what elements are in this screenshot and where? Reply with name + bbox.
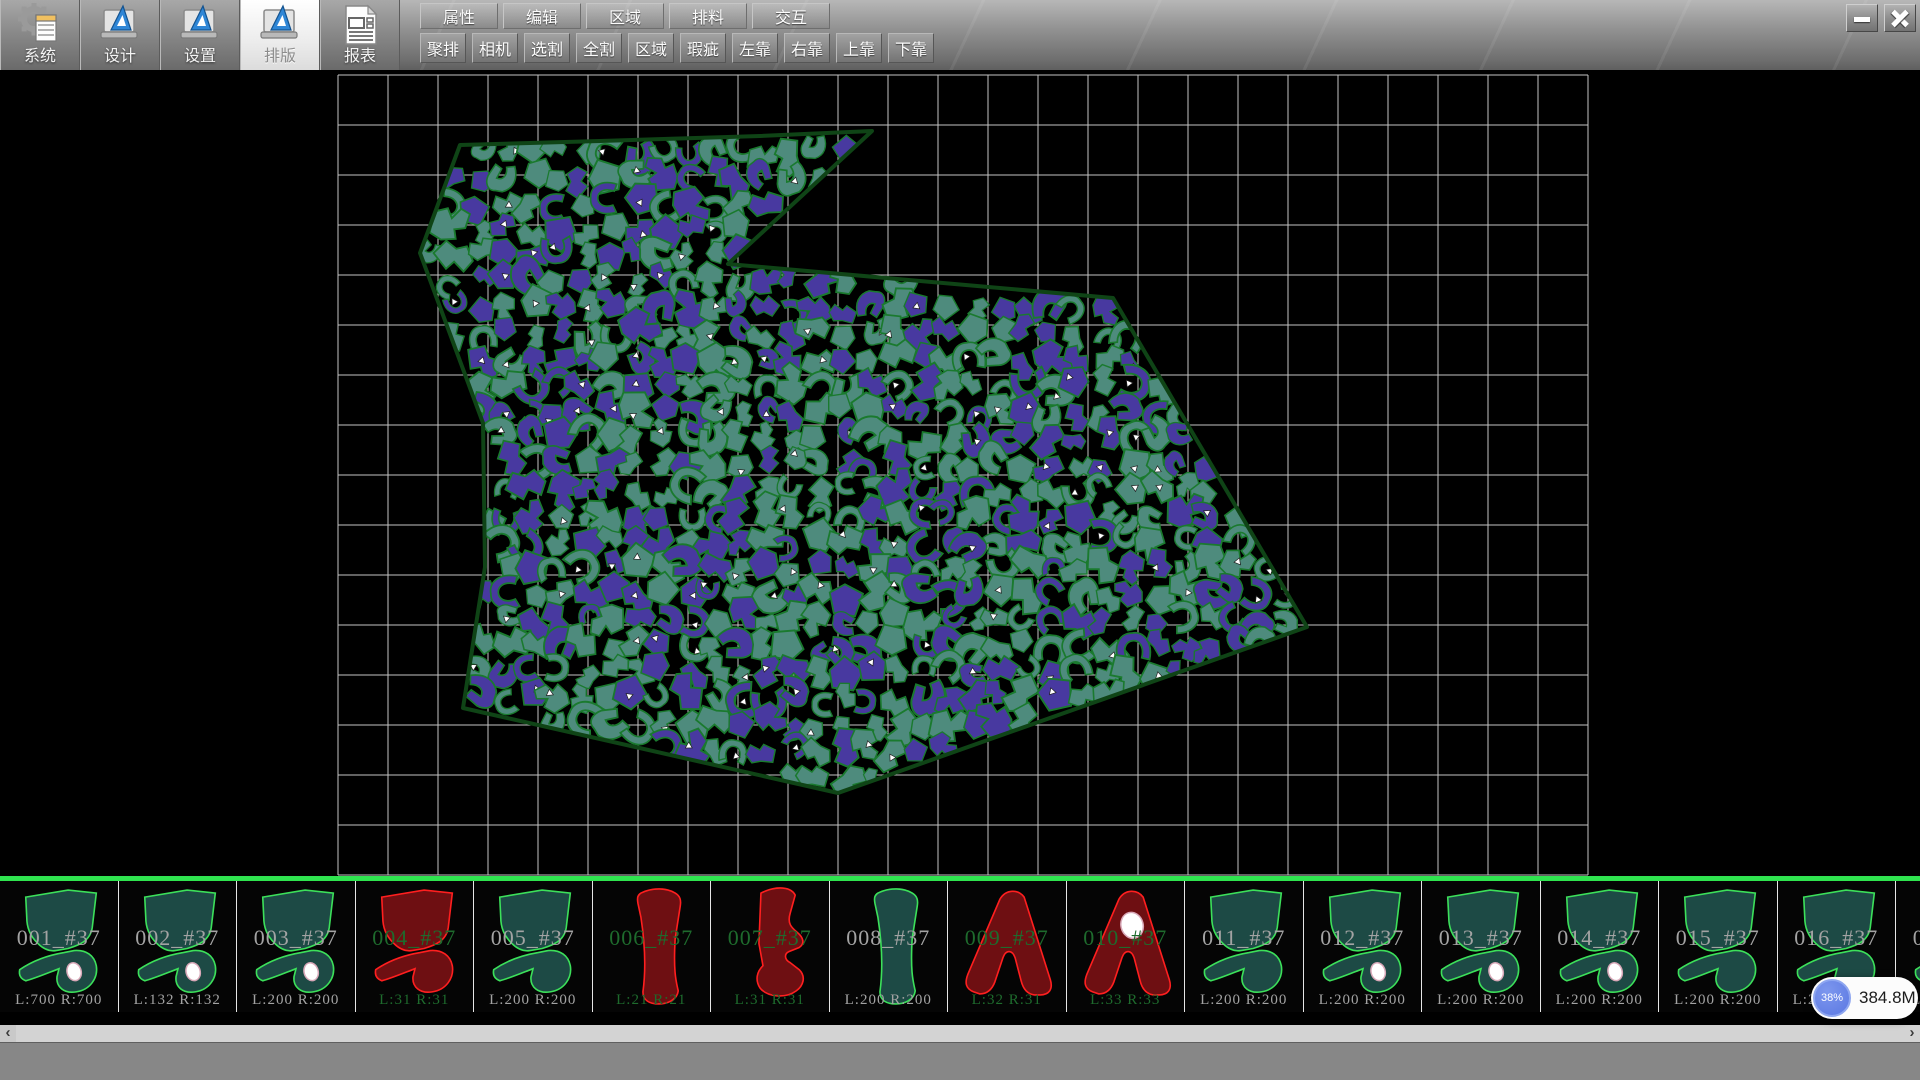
piece-thumbnail-012_#37[interactable]: 012_#37 L:200 R:200 [1304, 881, 1423, 1012]
tab-label: 设置 [184, 47, 216, 67]
tab-label: 设计 [104, 47, 136, 67]
piece-id-label: 012_#37 [1304, 925, 1422, 951]
piece-lr-count-label: L:21 R:21 [593, 992, 711, 1009]
piece-id-label: 010_#37 [1067, 925, 1185, 951]
piece-id-label: 003_#37 [237, 925, 355, 951]
tab-settings[interactable]: 设置 [160, 0, 240, 70]
tab-label: 报表 [344, 47, 376, 67]
piece-lr-count-label: L:200 R:200 [1541, 992, 1659, 1009]
menu-item-2[interactable]: 编辑 [503, 3, 581, 29]
minimize-icon [1854, 17, 1870, 22]
piece-lr-count-label: L:200 R:200 [474, 992, 592, 1009]
window-controls [1846, 4, 1916, 32]
piece-lr-count-label: L:31 R:31 [711, 992, 829, 1009]
tool-button-6[interactable]: 瑕疵 [680, 33, 726, 63]
progress-percent-badge: 38% [1813, 979, 1851, 1017]
tool-button-8[interactable]: 右靠 [784, 33, 830, 63]
piece-thumbnail-011_#37[interactable]: 011_#37 L:200 R:200 [1185, 881, 1304, 1012]
system-gear-icon [18, 3, 62, 47]
progress-badge: 38% 384.8M [1811, 977, 1918, 1019]
tool-button-1[interactable]: 聚排 [420, 33, 466, 63]
tool-button-10[interactable]: 下靠 [888, 33, 934, 63]
nesting-canvas[interactable] [0, 70, 1920, 876]
application-window: 系统设计设置排版报表 属性编辑区域排料交互 聚排相机选割全割区域瑕疵左靠右靠上靠… [0, 0, 1920, 1080]
piece-id-label: 008_#37 [830, 925, 948, 951]
piece-id-label: 005_#37 [474, 925, 592, 951]
piece-lr-count-label: L:200 R:200 [1422, 992, 1540, 1009]
piece-id-label: 002_#37 [119, 925, 237, 951]
piece-thumbnail-014_#37[interactable]: 014_#37 L:200 R:200 [1541, 881, 1660, 1012]
piece-lr-count-label: L:32 R:31 [948, 992, 1066, 1009]
piece-id-label: 017_#37 [1896, 925, 1920, 951]
menu-item-5[interactable]: 交互 [752, 3, 830, 29]
piece-id-label: 009_#37 [948, 925, 1066, 951]
tab-system[interactable]: 系统 [0, 0, 80, 70]
tab-design[interactable]: 设计 [80, 0, 160, 70]
piece-thumbnail-013_#37[interactable]: 013_#37 L:200 R:200 [1422, 881, 1541, 1012]
close-button[interactable] [1884, 4, 1916, 32]
piece-lr-count-label: L:200 R:200 [1185, 992, 1303, 1009]
horizontal-scrollbar[interactable]: ‹ › [0, 1025, 1920, 1042]
menu-bar: 属性编辑区域排料交互 [420, 3, 830, 29]
scroll-right-arrow[interactable]: › [1904, 1025, 1920, 1042]
toolbar: 系统设计设置排版报表 属性编辑区域排料交互 聚排相机选割全割区域瑕疵左靠右靠上靠… [0, 0, 1920, 70]
piece-thumbnail-002_#37[interactable]: 002_#37 L:132 R:132 [119, 881, 238, 1012]
tool-button-5[interactable]: 区域 [628, 33, 674, 63]
piece-lr-count-label: L:200 R:200 [1659, 992, 1777, 1009]
tab-nesting[interactable]: 排版 [240, 0, 320, 70]
piece-id-label: 006_#37 [593, 925, 711, 951]
piece-thumbnail-strip: 001_#37L:700 R:700002_#37L:132 R:132003_… [0, 876, 1920, 1025]
settings-ruler-icon [178, 3, 222, 47]
piece-thumbnail-list: 001_#37L:700 R:700002_#37L:132 R:132003_… [0, 881, 1920, 1012]
tool-button-row: 聚排相机选割全割区域瑕疵左靠右靠上靠下靠 [420, 33, 934, 63]
piece-thumbnail-005_#37[interactable]: 005_#37 L:200 R:200 [474, 881, 593, 1012]
nested-pieces-layer [414, 124, 1300, 800]
tool-button-2[interactable]: 相机 [472, 33, 518, 63]
report-doc-icon [338, 3, 382, 47]
tab-label: 排版 [264, 47, 296, 67]
piece-id-label: 001_#37 [0, 925, 118, 951]
piece-thumbnail-001_#37[interactable]: 001_#37 L:700 R:700 [0, 881, 119, 1012]
piece-lr-count-label: L:200 R:200 [237, 992, 355, 1009]
piece-thumbnail-010_#37[interactable]: 010_#37 L:33 R:33 [1067, 881, 1186, 1012]
progress-size-label: 384.8M [1859, 988, 1916, 1008]
piece-id-label: 004_#37 [356, 925, 474, 951]
piece-id-label: 013_#37 [1422, 925, 1540, 951]
nesting-ruler-icon [258, 3, 302, 47]
piece-lr-count-label: L:200 R:200 [1304, 992, 1422, 1009]
piece-thumbnail-003_#37[interactable]: 003_#37 L:200 R:200 [237, 881, 356, 1012]
scroll-left-arrow[interactable]: ‹ [0, 1025, 16, 1042]
piece-id-label: 007_#37 [711, 925, 829, 951]
piece-thumbnail-009_#37[interactable]: 009_#37 L:32 R:31 [948, 881, 1067, 1012]
piece-thumbnail-004_#37[interactable]: 004_#37 L:31 R:31 [356, 881, 475, 1012]
status-bar [0, 1042, 1920, 1080]
piece-lr-count-label: L:31 R:31 [356, 992, 474, 1009]
piece-id-label: 014_#37 [1541, 925, 1659, 951]
piece-thumbnail-008_#37[interactable]: 008_#37 L:200 R:200 [830, 881, 949, 1012]
menu-item-1[interactable]: 属性 [420, 3, 498, 29]
tool-button-4[interactable]: 全割 [576, 33, 622, 63]
piece-lr-count-label: L:33 R:33 [1067, 992, 1185, 1009]
piece-id-label: 011_#37 [1185, 925, 1303, 951]
piece-thumbnail-006_#37[interactable]: 006_#37 L:21 R:21 [593, 881, 712, 1012]
piece-thumbnail-007_#37[interactable]: 007_#37 L:31 R:31 [711, 881, 830, 1012]
piece-id-label: 016_#37 [1778, 925, 1896, 951]
menu-item-4[interactable]: 排料 [669, 3, 747, 29]
piece-lr-count-label: L:200 R:200 [830, 992, 948, 1009]
design-ruler-icon [98, 3, 142, 47]
tab-label: 系统 [24, 47, 56, 67]
tool-button-3[interactable]: 选割 [524, 33, 570, 63]
tool-button-7[interactable]: 左靠 [732, 33, 778, 63]
tool-button-9[interactable]: 上靠 [836, 33, 882, 63]
menu-item-3[interactable]: 区域 [586, 3, 664, 29]
tab-report[interactable]: 报表 [320, 0, 400, 70]
minimize-button[interactable] [1846, 4, 1878, 32]
piece-thumbnail-015_#37[interactable]: 015_#37 L:200 R:200 [1659, 881, 1778, 1012]
piece-lr-count-label: L:132 R:132 [119, 992, 237, 1009]
piece-id-label: 015_#37 [1659, 925, 1777, 951]
main-tab-bar: 系统 设计 设置 排版 报表 [0, 0, 400, 70]
hide-nesting-drawing [0, 70, 1920, 876]
piece-lr-count-label: L:700 R:700 [0, 992, 118, 1009]
